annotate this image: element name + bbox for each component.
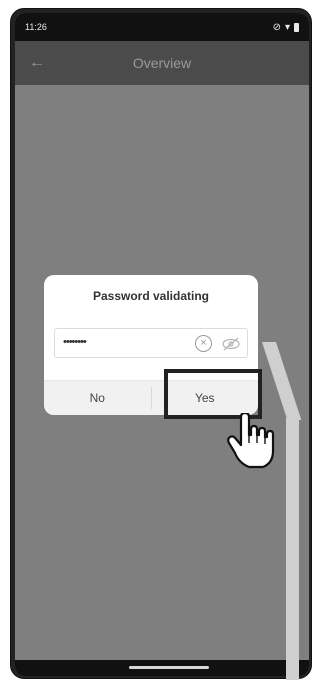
status-icons: ⊘ ▾	[273, 22, 299, 33]
dialog-title: Password validating	[92, 289, 210, 303]
do-not-disturb-icon: ⊘	[272, 21, 281, 33]
status-bar: 11:26 ⊘ ▾	[15, 13, 309, 41]
password-value: ••••••••	[63, 336, 87, 348]
callout-strip-vertical	[286, 418, 299, 680]
app-bar: ← Overview	[15, 41, 309, 85]
no-button[interactable]: No	[44, 381, 151, 415]
dialog-actions: No Yes	[44, 380, 258, 415]
page-title: Overview	[132, 55, 192, 71]
home-handle[interactable]	[129, 666, 209, 669]
navigation-bar	[15, 660, 309, 676]
eye-off-icon[interactable]	[221, 337, 241, 351]
status-time: 11:26	[25, 22, 47, 32]
hand-pointer-icon	[227, 413, 275, 469]
back-arrow-icon[interactable]: ←	[27, 53, 47, 73]
clear-icon[interactable]: ×	[195, 335, 212, 352]
battery-icon	[294, 22, 299, 32]
password-field[interactable]: •••••••• ×	[54, 328, 248, 358]
password-dialog: Password validating •••••••• × No Yes	[44, 275, 258, 415]
yes-button[interactable]: Yes	[152, 381, 259, 415]
wifi-icon: ▾	[284, 21, 290, 33]
